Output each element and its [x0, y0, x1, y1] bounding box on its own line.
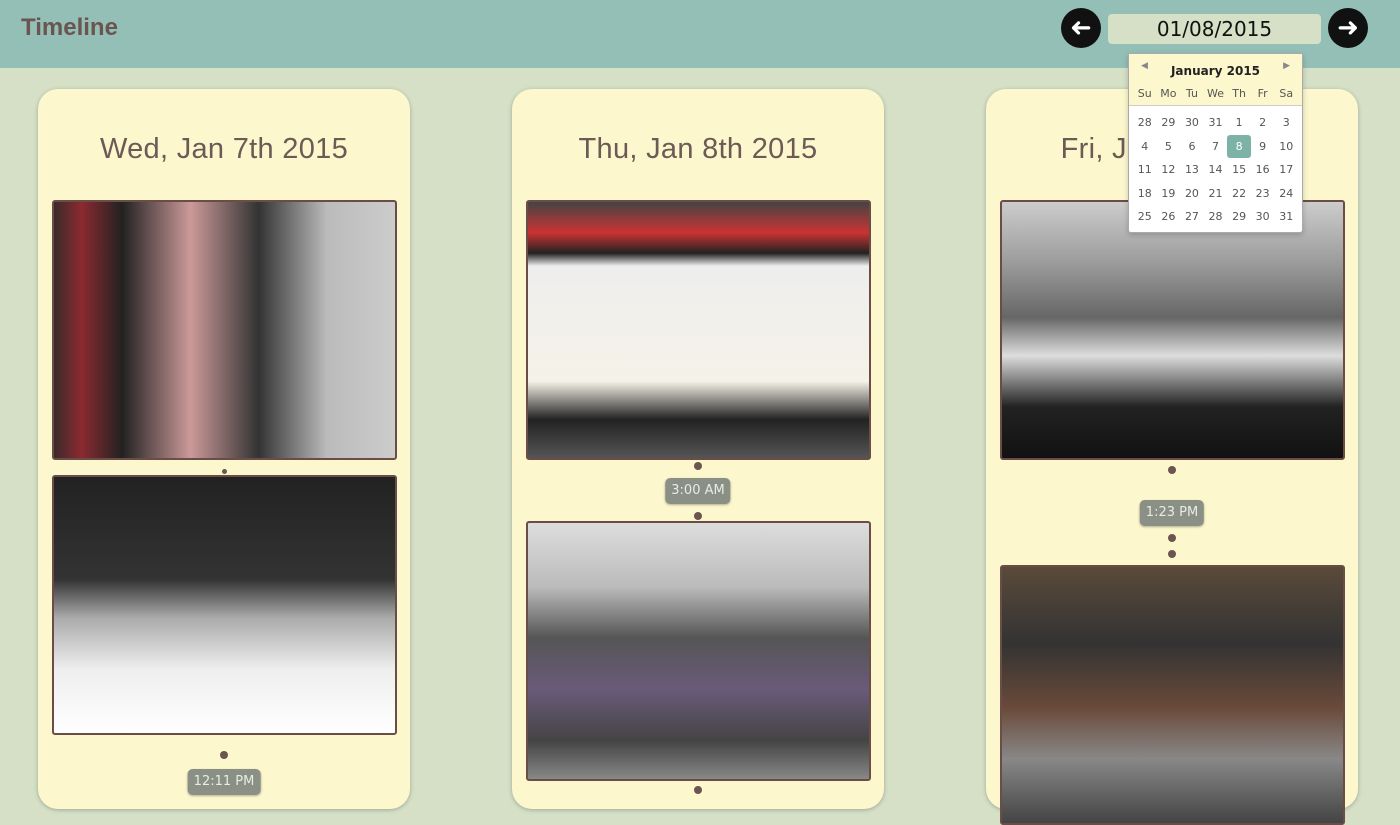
calendar-day[interactable]: 16 — [1251, 158, 1275, 182]
day-title: Wed, Jan 7th 2015 — [99, 133, 349, 165]
weekday-label: We — [1207, 87, 1225, 100]
calendar-week: 28 29 30 31 1 2 3 — [1129, 111, 1302, 135]
calendar-day[interactable]: 3 — [1274, 111, 1298, 135]
calendar-day[interactable]: 29 — [1157, 111, 1181, 135]
calendar-day[interactable]: 15 — [1227, 158, 1251, 182]
prev-day-button[interactable]: ➜ — [1061, 8, 1101, 48]
weekday-label: Mo — [1160, 87, 1177, 100]
time-label: 12:11 PM — [187, 769, 261, 795]
calendar-day[interactable]: 26 — [1157, 205, 1181, 229]
calendar-day[interactable]: 14 — [1204, 158, 1228, 182]
calendar-day[interactable]: 12 — [1157, 158, 1181, 182]
calendar-day[interactable]: 31 — [1204, 111, 1228, 135]
date-picker: ◀ January 2015 ▶ Su Mo Tu We Th Fr Sa 28 29 30 31… — [1128, 53, 1303, 233]
calendar-week: 25 26 27 28 29 30 31 — [1129, 205, 1302, 229]
calendar-day[interactable]: 28 — [1204, 205, 1228, 229]
time-label: 1:23 PM — [1139, 500, 1205, 526]
calendar-day[interactable]: 30 — [1251, 205, 1275, 229]
photo[interactable] — [52, 475, 397, 735]
weekday-label: Su — [1137, 87, 1152, 100]
photo[interactable] — [526, 521, 871, 781]
calendar-day[interactable]: 18 — [1133, 182, 1157, 206]
next-month-button[interactable]: ▶ — [1283, 61, 1290, 71]
calendar-day[interactable]: 2 — [1251, 111, 1275, 135]
photo[interactable] — [52, 200, 397, 460]
day-card: Thu, Jan 8th 2015 3:00 AM — [512, 89, 884, 809]
calendar-month: January 2015 — [1170, 64, 1261, 78]
calendar-day[interactable]: 19 — [1157, 182, 1181, 206]
calendar-day[interactable]: 23 — [1251, 182, 1275, 206]
calendar-week: 18 19 20 21 22 23 24 — [1129, 182, 1302, 206]
day-card: Wed, Jan 7th 2015 12:11 PM — [38, 89, 410, 809]
calendar-day[interactable]: 22 — [1227, 182, 1251, 206]
calendar-day[interactable]: 1 — [1227, 111, 1251, 135]
weekday-label: Tu — [1185, 87, 1198, 100]
day-title: Thu, Jan 8th 2015 — [578, 133, 818, 165]
page-title: Timeline — [21, 14, 118, 41]
weekday-label: Th — [1232, 87, 1246, 100]
timeline-dot — [694, 512, 702, 520]
calendar-week: 4 5 6 7 8 9 10 — [1129, 134, 1302, 159]
calendar-day[interactable]: 7 — [1204, 135, 1228, 159]
calendar-day[interactable]: 9 — [1251, 135, 1275, 159]
next-day-button[interactable]: ➜ — [1328, 8, 1368, 48]
calendar-week: 11 12 13 14 15 16 17 — [1129, 158, 1302, 182]
weekday-label: Fr — [1257, 87, 1268, 100]
calendar-day[interactable]: 28 — [1133, 111, 1157, 135]
arrow-left-icon: ➜ — [1070, 13, 1092, 43]
calendar-day[interactable]: 30 — [1180, 111, 1204, 135]
photo[interactable] — [526, 200, 871, 460]
weekday-label: Sa — [1279, 87, 1294, 100]
calendar-day[interactable]: 21 — [1204, 182, 1228, 206]
timeline-dot — [1168, 550, 1176, 558]
calendar-day[interactable]: 8 — [1227, 134, 1251, 158]
calendar-day[interactable]: 6 — [1180, 135, 1204, 159]
calendar-day[interactable]: 13 — [1180, 158, 1204, 182]
photo[interactable] — [1000, 565, 1345, 825]
calendar-day[interactable]: 17 — [1274, 158, 1298, 182]
calendar-day[interactable]: 27 — [1180, 205, 1204, 229]
calendar-day[interactable]: 24 — [1274, 182, 1298, 206]
timeline-dot — [1168, 534, 1176, 542]
calendar-day[interactable]: 5 — [1157, 135, 1181, 159]
calendar-day[interactable]: 10 — [1274, 135, 1298, 159]
calendar-day[interactable]: 11 — [1133, 158, 1157, 182]
calendar-day[interactable]: 20 — [1180, 182, 1204, 206]
calendar-day[interactable]: 4 — [1133, 135, 1157, 159]
timeline-dot — [694, 786, 702, 794]
calendar-day[interactable]: 25 — [1133, 205, 1157, 229]
calendar-day[interactable]: 31 — [1274, 205, 1298, 229]
calendar-day[interactable]: 29 — [1227, 205, 1251, 229]
timeline-dot — [220, 751, 228, 759]
photo[interactable] — [1000, 200, 1345, 460]
timeline-dot — [1168, 466, 1176, 474]
time-label: 3:00 AM — [665, 478, 731, 504]
arrow-right-icon: ➜ — [1337, 13, 1359, 43]
timeline-dot — [222, 469, 227, 474]
timeline-dot — [694, 462, 702, 470]
date-input[interactable] — [1108, 14, 1321, 44]
